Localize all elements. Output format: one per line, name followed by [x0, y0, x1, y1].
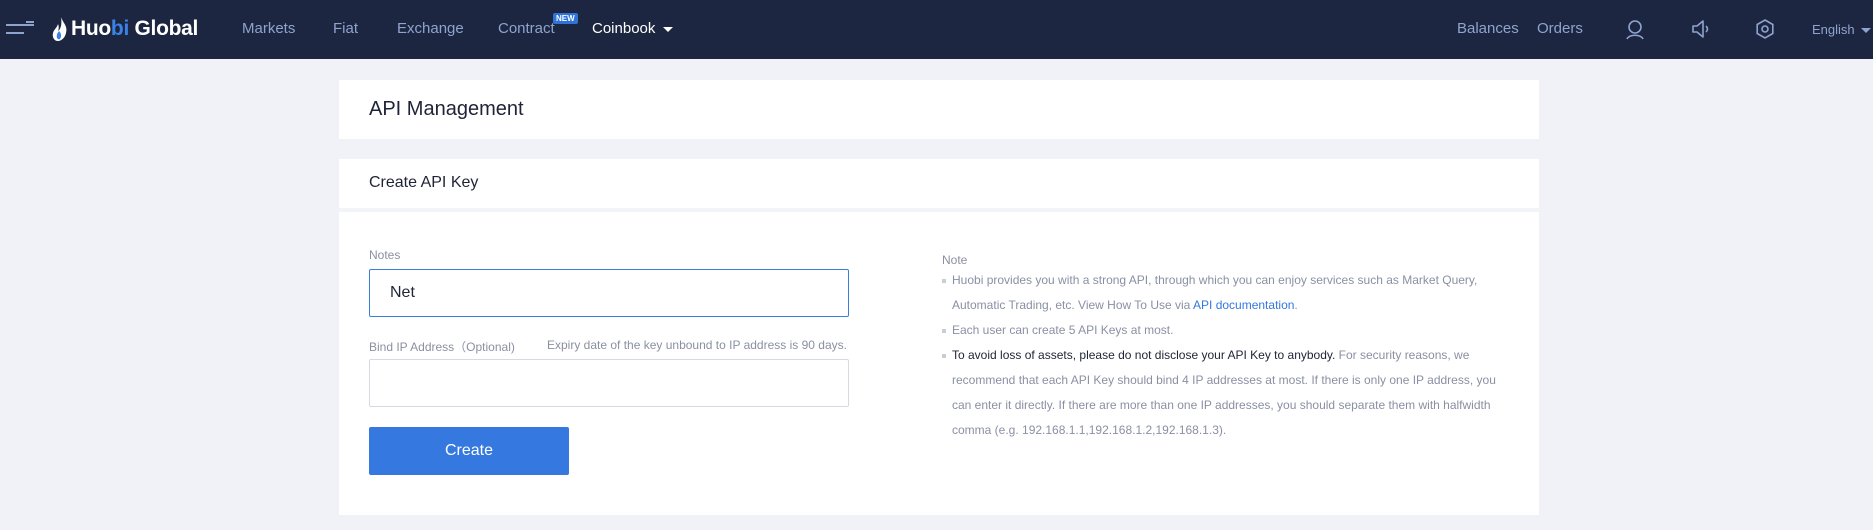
bind-ip-label: Bind IP Address（Optional)	[369, 340, 515, 354]
top-navbar: Huo bi Global Markets Fiat Exchange Contr…	[0, 0, 1873, 59]
note-list: Huobi provides you with a strong API, th…	[942, 268, 1502, 443]
language-label: English	[1812, 22, 1855, 37]
security-warning: To avoid loss of assets, please do not d…	[952, 348, 1336, 362]
speaker-icon[interactable]	[1690, 18, 1712, 40]
note-item-limit: Each user can create 5 API Keys at most.	[942, 318, 1502, 343]
note-item-api: Huobi provides you with a strong API, th…	[942, 268, 1502, 318]
logo-text-global: Global	[128, 17, 199, 40]
nav-fiat[interactable]: Fiat	[333, 20, 358, 37]
new-badge: NEW	[553, 13, 578, 24]
chevron-down-icon	[1860, 28, 1871, 34]
nav-markets[interactable]: Markets	[242, 20, 295, 37]
chevron-down-icon	[663, 26, 674, 32]
section-title: Create API Key	[369, 174, 479, 191]
settings-icon[interactable]	[1754, 18, 1776, 40]
user-icon[interactable]	[1624, 18, 1646, 40]
api-documentation-link[interactable]: API documentation	[1193, 298, 1294, 312]
page-title: API Management	[369, 98, 524, 120]
nav-coinbook-dropdown[interactable]: Coinbook	[592, 20, 674, 37]
create-button[interactable]: Create	[369, 427, 569, 475]
logo-text-bi: bi	[110, 17, 129, 40]
huobi-logo[interactable]: Huo bi Global	[52, 15, 198, 43]
note-item-security: To avoid loss of assets, please do not d…	[942, 343, 1502, 443]
note-item-api-end: .	[1294, 298, 1298, 312]
nav-balances[interactable]: Balances	[1457, 20, 1519, 37]
section-divider	[339, 208, 1539, 212]
ip-address-input[interactable]	[369, 359, 849, 407]
note-title: Note	[942, 253, 968, 267]
flame-icon	[52, 17, 67, 41]
language-selector[interactable]: English	[1812, 22, 1871, 37]
menu-icon[interactable]	[6, 21, 34, 37]
nav-exchange[interactable]: Exchange	[397, 20, 464, 37]
coinbook-label: Coinbook	[592, 20, 656, 37]
nav-orders[interactable]: Orders	[1537, 20, 1583, 37]
notes-input[interactable]	[369, 269, 849, 317]
nav-contract[interactable]: Contract	[498, 20, 555, 37]
logo-text-huo: Huo	[71, 17, 111, 40]
expiry-hint: Expiry date of the key unbound to IP add…	[547, 338, 847, 352]
notes-label: Notes	[369, 248, 401, 262]
